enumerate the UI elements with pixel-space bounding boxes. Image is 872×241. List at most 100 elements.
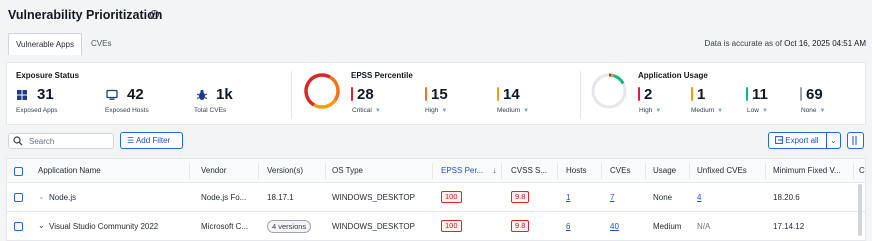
filter-icon[interactable]: ▼ [820, 108, 826, 114]
sort-arrow-down-icon: ↓ [492, 166, 497, 175]
epss-badge: 100 [441, 220, 462, 232]
info-icon[interactable]: i [150, 10, 159, 19]
expand-chevron-icon[interactable]: ⌄ [38, 221, 45, 230]
usage-low-label: Low ▼ [747, 107, 768, 114]
usage-donut-chart [591, 73, 627, 109]
col-os-type[interactable]: OS Type [332, 159, 363, 183]
col-epss-percentile[interactable]: EPSS Per... ↓ [441, 159, 497, 183]
vulnerable-apps-table: Application Name Vendor Version(s) OS Ty… [6, 158, 866, 241]
col-unfixed-cves[interactable]: Unfixed CVEs [697, 159, 747, 183]
accuracy-timestamp: Oct 16, 2025 04:51 AM [784, 39, 866, 48]
expand-chevron-icon[interactable]: ⌄ [38, 192, 45, 201]
row-checkbox[interactable] [14, 222, 23, 231]
col-minimum-fixed-version[interactable]: Minimum Fixed V... [773, 159, 841, 183]
cves-link[interactable]: 40 [610, 222, 619, 231]
cell-version: 18.17.1 [267, 193, 294, 202]
usage-none-color-bar [800, 87, 802, 101]
cell-application-name: Visual Studio Community 2022 [49, 222, 159, 231]
cvss-badge: 9.8 [511, 191, 530, 203]
col-cvss-score[interactable]: CVSS S... [511, 159, 548, 183]
epss-critical-count: 28 [357, 86, 374, 103]
column-separator [501, 163, 502, 179]
hosts-link[interactable]: 6 [566, 222, 570, 231]
column-separator [258, 163, 259, 179]
cell-vendor: Microsoft C... [201, 222, 249, 231]
filter-icon[interactable]: ▼ [441, 108, 447, 114]
col-application-name[interactable]: Application Name [38, 159, 101, 183]
search-box[interactable] [8, 133, 114, 149]
col-cves[interactable]: CVEs [610, 159, 631, 183]
usage-medium-color-bar [691, 87, 693, 101]
search-input[interactable] [29, 136, 109, 147]
cell-usage: None [653, 193, 673, 202]
col-usage[interactable]: Usage [653, 159, 677, 183]
filter-icon[interactable]: ▼ [717, 108, 723, 114]
filter-icon[interactable]: ▼ [523, 108, 529, 114]
export-all-button[interactable]: Export all ⌄ [768, 132, 841, 149]
exposed-apps-count: 31 [37, 86, 54, 103]
cell-os-type: WINDOWS_DESKTOP [332, 222, 415, 231]
chevron-down-icon[interactable]: ⌄ [826, 133, 840, 148]
usage-high-label: High ▼ [639, 107, 662, 114]
epss-high-count: 15 [431, 86, 448, 103]
filter-icon[interactable]: ▼ [762, 108, 768, 114]
select-all-checkbox[interactable] [14, 167, 23, 176]
column-separator [432, 163, 433, 179]
medium-color-bar [497, 87, 499, 101]
usage-high-count: 2 [644, 86, 653, 103]
critical-color-bar [351, 87, 353, 101]
cell-application-name: Node.js [49, 193, 77, 202]
page-title: Vulnerability Prioritization [8, 8, 163, 22]
tab-cves[interactable]: CVEs [84, 33, 118, 55]
usage-none-count: 69 [806, 86, 823, 103]
divider [291, 71, 292, 119]
export-all-label: Export all [785, 136, 819, 145]
vertical-scrollbar[interactable] [858, 184, 862, 236]
search-icon [13, 136, 23, 146]
hosts-link[interactable]: 1 [566, 193, 570, 202]
total-cves-count: 1k [216, 86, 233, 103]
cell-os-type: WINDOWS_DESKTOP [332, 193, 415, 202]
usage-medium-count: 1 [697, 86, 706, 103]
tab-vulnerable-apps[interactable]: Vulnerable Apps [8, 33, 82, 55]
export-icon [775, 136, 783, 144]
add-filter-button[interactable]: ☰ Add Filter [120, 132, 183, 149]
column-settings-button[interactable] [847, 132, 864, 149]
cell-usage: Medium [653, 222, 682, 231]
monitor-icon [106, 89, 118, 100]
column-separator [325, 163, 326, 179]
epss-badge: 100 [441, 191, 462, 203]
col-hosts[interactable]: Hosts [566, 159, 587, 183]
column-separator [189, 163, 190, 179]
usage-none-label: None ▼ [801, 107, 826, 114]
bug-icon [196, 89, 208, 100]
col-versions[interactable]: Version(s) [267, 159, 304, 183]
epss-percentile-title: EPSS Percentile [351, 71, 413, 80]
versions-pill[interactable]: 4 versions [267, 220, 312, 233]
exposure-status-title: Exposure Status [16, 71, 80, 80]
col-epss-label: EPSS Per... [441, 166, 484, 175]
high-color-bar [425, 87, 427, 101]
row-checkbox[interactable] [14, 193, 23, 202]
add-filter-label: Add Filter [135, 136, 171, 145]
unfixed-cves-link[interactable]: 4 [697, 193, 701, 202]
exposed-hosts-count: 42 [127, 86, 144, 103]
apps-grid-icon [17, 90, 27, 100]
usage-high-color-bar [638, 87, 640, 101]
data-accuracy-note: Data is accurate as of Oct 16, 2025 04:5… [705, 39, 866, 48]
col-vendor[interactable]: Vendor [201, 159, 227, 183]
column-separator [645, 163, 646, 179]
col-overflow[interactable]: C [859, 159, 865, 183]
epss-high-label: High ▼ [425, 107, 448, 114]
epss-medium-count: 14 [503, 86, 520, 103]
filter-icon[interactable]: ▼ [655, 108, 661, 114]
filter-icon[interactable]: ▼ [375, 108, 381, 114]
row-divider [7, 211, 865, 212]
cvss-badge: 9.8 [511, 220, 530, 232]
column-separator [765, 163, 766, 179]
cves-link[interactable]: 7 [610, 193, 614, 202]
usage-low-color-bar [746, 87, 748, 101]
cell-vendor: Node.js Fo... [201, 193, 247, 202]
cell-unfixed-cves: N/A [697, 222, 711, 231]
column-separator [689, 163, 690, 179]
